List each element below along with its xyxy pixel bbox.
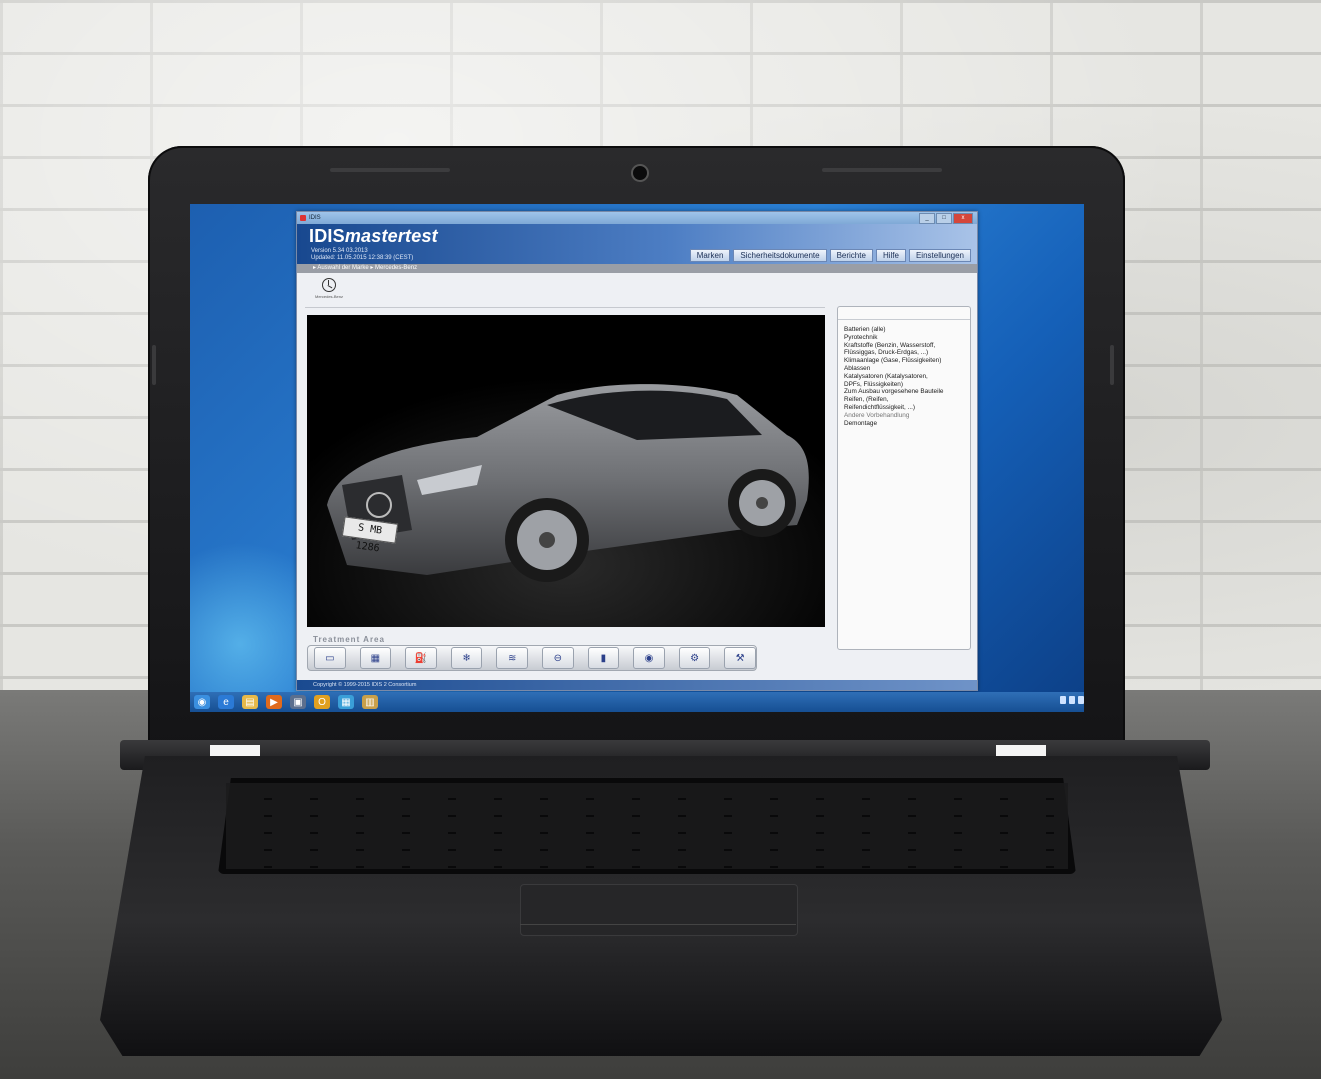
bezel-vent-right [1110, 345, 1114, 385]
ie-icon[interactable]: e [218, 695, 234, 709]
list-item[interactable]: Ablassen [844, 365, 964, 373]
list-item[interactable]: Reifen, (Reifen, [844, 396, 964, 404]
idis-icon[interactable]: ▥ [362, 695, 378, 709]
touchpad-buttons[interactable] [520, 924, 796, 941]
app-header: IDISmastertest Version 5.34 03.2013 Upda… [297, 224, 977, 264]
menu-hilfe[interactable]: Hilfe [875, 249, 906, 262]
outlook-icon[interactable]: O [314, 695, 330, 709]
idis-window: IDIS _ □ x IDISmastertest Version 5.34 0… [296, 211, 978, 691]
webcam-icon [631, 164, 649, 182]
battery-button[interactable]: ▭ [314, 647, 346, 669]
windows-taskbar: ◉ e ▤ ▶ ▣ O ▦ ▥ [190, 692, 1084, 712]
fuel-icon: ⛽ [414, 652, 428, 664]
oil-can-icon: ≋ [507, 652, 517, 664]
car-illustration [307, 315, 825, 627]
divider [305, 307, 825, 308]
bezel-vent-left [152, 345, 156, 385]
oil-can-button[interactable]: ≋ [496, 647, 528, 669]
menu-sicherheitsdokumente[interactable]: Sicherheitsdokumente [733, 249, 827, 262]
keyboard-keys[interactable] [226, 783, 1068, 869]
app-brand: IDISmastertest [309, 226, 438, 247]
minimize-button[interactable]: _ [919, 213, 935, 224]
breadcrumb[interactable]: ▸ Auswahl der Marke ▸ Mercedes-Benz [297, 264, 977, 273]
desktop-screen: IDIS _ □ x IDISmastertest Version 5.34 0… [190, 204, 1084, 712]
copyright-footer: Copyright © 1999-2015 IDIS 2 Consortium [297, 680, 977, 690]
list-item[interactable]: Flüssiggas, Druck-Erdgas, ...) [844, 349, 964, 357]
updated-text: Updated: 11.05.2015 12:38:39 (CEST) [311, 255, 414, 261]
window-controls: _ □ x [919, 213, 973, 224]
folder-icon[interactable]: ▤ [242, 695, 258, 709]
drain-icon: ⊖ [553, 652, 562, 664]
list-item[interactable]: Pyrotechnik [844, 334, 964, 342]
list-header [838, 307, 970, 320]
catalyst-icon: ▦ [370, 652, 381, 664]
mercedes-star-icon [322, 278, 336, 292]
app-icon[interactable]: ▣ [290, 695, 306, 709]
drain-button[interactable]: ⊖ [541, 647, 574, 669]
tire-icon: ◉ [644, 652, 654, 664]
pyro-icon: ▮ [600, 652, 607, 664]
list-item[interactable]: DPFs, Flüssigkeiten) [844, 381, 964, 389]
media-player-icon[interactable]: ▶ [266, 695, 282, 709]
wrench-button[interactable]: ⚒ [724, 647, 756, 669]
menu-marken[interactable]: Marken [689, 249, 731, 262]
treatment-toolbar: ▭ ▦ ⛽ ❄ ≋ ⊖ ▮ ◉ ⚙ ⚒ [307, 645, 757, 671]
ac-icon: ❄ [462, 652, 471, 664]
list-item[interactable]: Demontage [844, 420, 964, 428]
car-image: S MB 1286 [307, 315, 825, 627]
brand-logo[interactable]: Mercedes-Benz [309, 278, 349, 299]
bezel-accent-right [822, 168, 942, 172]
menu-berichte[interactable]: Berichte [829, 249, 873, 262]
list-item[interactable]: Batterien (alle) [844, 326, 964, 334]
version-text: Version 5.34 03.2013 [311, 248, 368, 254]
list-item[interactable]: Klimaanlage (Gase, Flüssigkeiten) [844, 357, 964, 365]
parts-button[interactable]: ⚙ [678, 647, 711, 669]
list-item[interactable]: Kraftstoffe (Benzin, Wasserstoff, [844, 342, 964, 350]
close-button[interactable]: x [953, 213, 973, 224]
fuel-button[interactable]: ⛽ [405, 647, 437, 669]
brand-logo-label: Mercedes-Benz [314, 294, 343, 299]
wrench-icon: ⚒ [735, 652, 745, 664]
brand-italic: mastertest [344, 226, 438, 246]
start-orb-icon[interactable]: ◉ [194, 695, 210, 709]
ac-button[interactable]: ❄ [450, 647, 483, 669]
list-item[interactable]: Reifendichtflüssigkeit, ...) [844, 404, 964, 412]
main-menu: Marken Sicherheitsdokumente Berichte Hil… [689, 249, 971, 262]
battery-icon: ▭ [325, 652, 335, 664]
treatment-list-panel: Batterien (alle) Pyrotechnik Kraftstoffe (… [837, 306, 971, 650]
window-titlebar[interactable]: IDIS _ □ x [297, 212, 977, 224]
catalyst-button[interactable]: ▦ [359, 647, 392, 669]
menu-einstellungen[interactable]: Einstellungen [908, 249, 971, 262]
maximize-button[interactable]: □ [936, 213, 952, 224]
brand-bold: IDIS [309, 226, 345, 246]
list-item[interactable]: Zum Ausbau vorgesehene Bauteile [844, 388, 964, 396]
tire-button[interactable]: ◉ [633, 647, 665, 669]
parts-icon: ⚙ [690, 652, 700, 664]
app-icon [300, 215, 306, 221]
system-tray[interactable] [1060, 696, 1084, 704]
treatment-list: Batterien (alle) Pyrotechnik Kraftstoffe (… [838, 320, 970, 427]
list-item[interactable]: Andere Vorbehandlung [844, 412, 964, 420]
pyro-button[interactable]: ▮ [587, 647, 620, 669]
network-icon[interactable]: ▦ [338, 695, 354, 709]
bezel-accent-left [330, 168, 450, 172]
list-item[interactable]: Katalysatoren (Katalysatoren, [844, 373, 964, 381]
window-title: IDIS [309, 215, 321, 221]
treatment-area-label: Treatment Area [313, 635, 385, 644]
